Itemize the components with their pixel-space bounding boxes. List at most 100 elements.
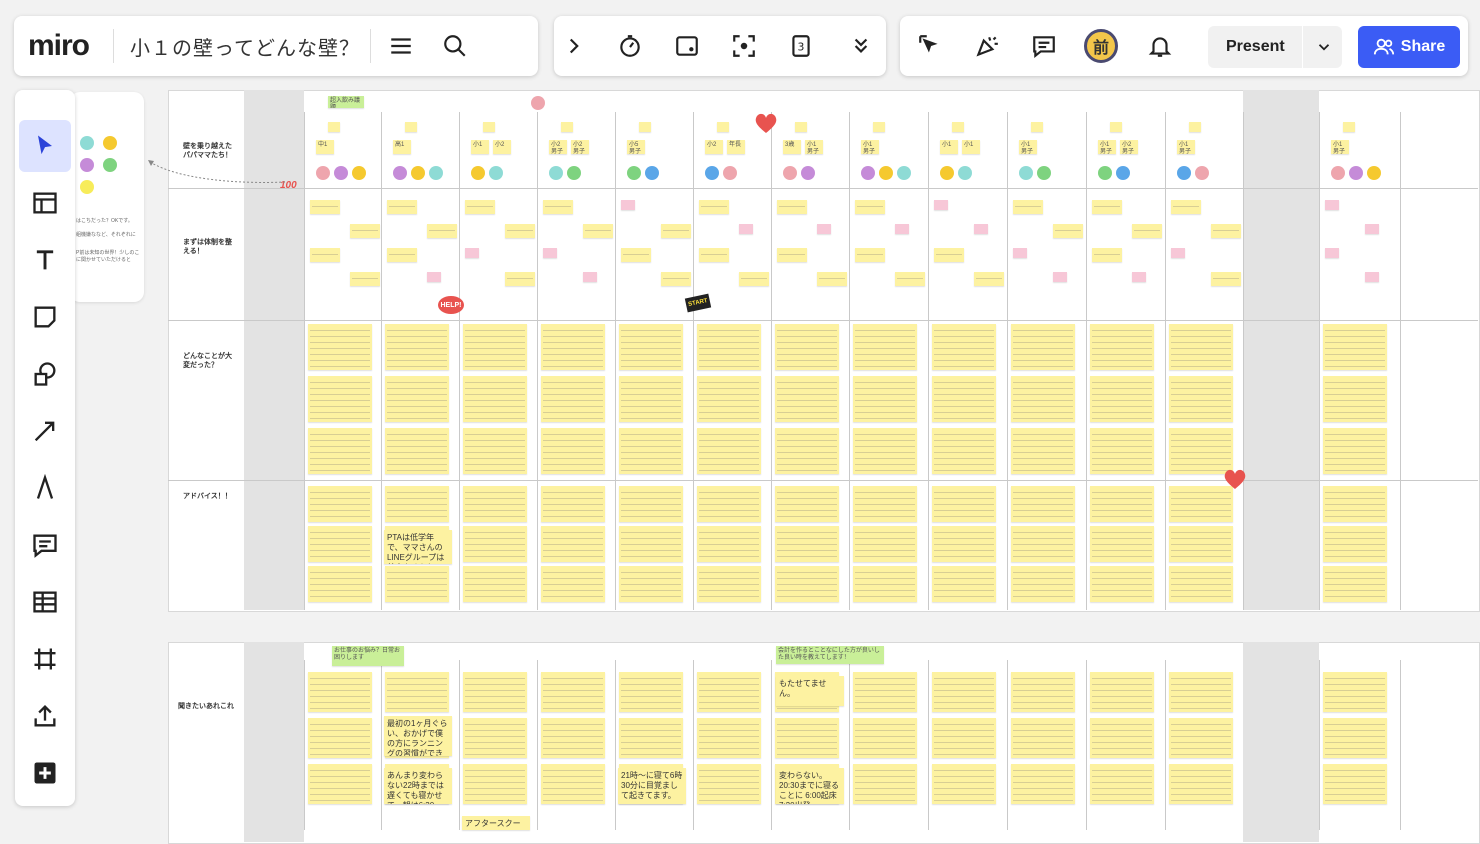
sticky-pink[interactable] [1365, 224, 1379, 234]
sticky-note[interactable] [1011, 566, 1075, 602]
user-avatar[interactable]: 前 [1084, 29, 1118, 63]
sticky-note[interactable] [1090, 718, 1154, 758]
sticky-note[interactable] [385, 486, 449, 522]
sticky-pink[interactable] [1013, 248, 1027, 258]
sticky-note[interactable] [932, 428, 996, 474]
sticky-pink[interactable] [1053, 272, 1067, 282]
sticky-small[interactable] [1031, 122, 1043, 132]
sticky-pink[interactable] [465, 248, 479, 258]
sticky-note[interactable] [541, 324, 605, 370]
vote-icon[interactable]: 3 [781, 26, 821, 66]
sticky-note[interactable] [310, 200, 340, 214]
sticky-note[interactable] [775, 526, 839, 562]
sticky-note[interactable] [777, 200, 807, 214]
grade-tag[interactable]: 小1 男子 [1098, 140, 1116, 154]
sticky-small[interactable] [639, 122, 651, 132]
sticky-pink[interactable] [543, 248, 557, 258]
expand-chevron-icon[interactable] [554, 26, 594, 66]
sticky-note[interactable] [1011, 526, 1075, 562]
sticky-note[interactable] [1011, 428, 1075, 474]
sticky-pink[interactable] [1132, 272, 1146, 282]
grade-tag[interactable]: 小1 男子 [805, 140, 823, 154]
sticky-pta[interactable]: PTAは低学年で、ママさんのLINEグループは基本あるらしい [384, 530, 452, 564]
sticky-note[interactable] [308, 376, 372, 422]
sticky-note[interactable] [385, 672, 449, 712]
sticky-note[interactable] [463, 764, 527, 804]
sticky-note[interactable] [350, 272, 380, 286]
sticky-pink[interactable] [817, 224, 831, 234]
sticky-note[interactable] [1169, 566, 1233, 602]
sticky-note[interactable] [697, 566, 761, 602]
text-tool[interactable] [19, 234, 71, 286]
sticky-note[interactable] [1090, 428, 1154, 474]
grade-tag[interactable]: 小1 男子 [1177, 140, 1195, 154]
sticky-note[interactable] [697, 672, 761, 712]
sticky-note[interactable] [932, 566, 996, 602]
sticky-note[interactable] [619, 428, 683, 474]
sticky-note[interactable] [619, 376, 683, 422]
sticky-sleep-3[interactable]: 変わらない。20:30までに寝ることに 6:00起床 7:20出発 [776, 768, 844, 804]
sticky-note[interactable] [463, 566, 527, 602]
sticky-note[interactable] [775, 566, 839, 602]
sticky-note[interactable] [817, 272, 847, 286]
sticky-note[interactable] [932, 764, 996, 804]
left-info-panel[interactable] [70, 92, 144, 302]
cursor-icon[interactable] [910, 26, 950, 66]
sticky-pink[interactable] [895, 224, 909, 234]
grade-tag[interactable]: 小2 男子 [1120, 140, 1138, 154]
sticky-note[interactable] [619, 566, 683, 602]
sticky-note[interactable] [855, 200, 885, 214]
sticky-note[interactable] [543, 200, 573, 214]
sticky-note[interactable] [308, 566, 372, 602]
sticky-goal[interactable]: お仕事のお悩み？日常お困りします [332, 646, 404, 666]
sticky-sleep-2[interactable]: 21時〜に寝て6時30分に目覚まして起きてます。 [618, 768, 686, 804]
sticky-note[interactable] [619, 672, 683, 712]
celebrate-icon[interactable] [967, 26, 1007, 66]
sticky-small[interactable] [795, 122, 807, 132]
sticky-note[interactable] [621, 248, 651, 262]
sticky-note[interactable] [1090, 764, 1154, 804]
sticky-note[interactable] [1092, 200, 1122, 214]
sticky-note[interactable] [697, 376, 761, 422]
sticky-note[interactable] [1090, 526, 1154, 562]
sticky-note[interactable] [308, 526, 372, 562]
sticky-note[interactable] [932, 324, 996, 370]
arrow-tool[interactable] [19, 405, 71, 457]
sticky-note[interactable] [350, 224, 380, 238]
sticky-small[interactable] [1110, 122, 1122, 132]
present-dropdown-icon[interactable] [1315, 38, 1333, 56]
grade-tag[interactable]: 小1 [962, 140, 980, 154]
templates-tool[interactable] [19, 177, 71, 229]
sticky-note[interactable] [932, 672, 996, 712]
sticky-note[interactable] [853, 526, 917, 562]
grade-tag[interactable]: 中1 [316, 140, 334, 154]
sticky-note[interactable] [310, 248, 340, 262]
select-tool[interactable] [19, 120, 71, 172]
sticky-note[interactable] [853, 428, 917, 474]
grade-tag[interactable]: 小1 男子 [1019, 140, 1037, 154]
sticky-note[interactable] [1053, 224, 1083, 238]
menu-icon[interactable] [381, 26, 421, 66]
sticky-note[interactable] [619, 526, 683, 562]
sticky-note[interactable] [853, 764, 917, 804]
sticky-note[interactable] [1323, 376, 1387, 422]
sticky-pink[interactable] [739, 224, 753, 234]
sticky-note[interactable] [308, 764, 372, 804]
sticky-pink[interactable] [1325, 200, 1339, 210]
grade-tag[interactable]: 小5 男子 [627, 140, 645, 154]
focus-icon[interactable] [724, 26, 764, 66]
search-icon[interactable] [435, 26, 475, 66]
grade-tag[interactable]: 小2 [705, 140, 723, 154]
sticky-small[interactable] [717, 122, 729, 132]
grade-tag[interactable]: 小2 [493, 140, 511, 154]
sticky-note[interactable] [1323, 486, 1387, 522]
sticky-pink[interactable] [974, 224, 988, 234]
sticky-note[interactable] [541, 428, 605, 474]
sticky-goal-2[interactable]: 会計を作るとことなにした方が良いした良い時を教えてします！ [776, 646, 884, 664]
heart-sticker[interactable] [754, 112, 778, 134]
sticky-note[interactable] [505, 272, 535, 286]
sticky-small[interactable] [483, 122, 495, 132]
board-title[interactable]: 小１の壁ってどんな壁？ [130, 32, 370, 61]
grade-tag[interactable]: 小1 男子 [1331, 140, 1349, 154]
sticky-note[interactable] [1011, 376, 1075, 422]
